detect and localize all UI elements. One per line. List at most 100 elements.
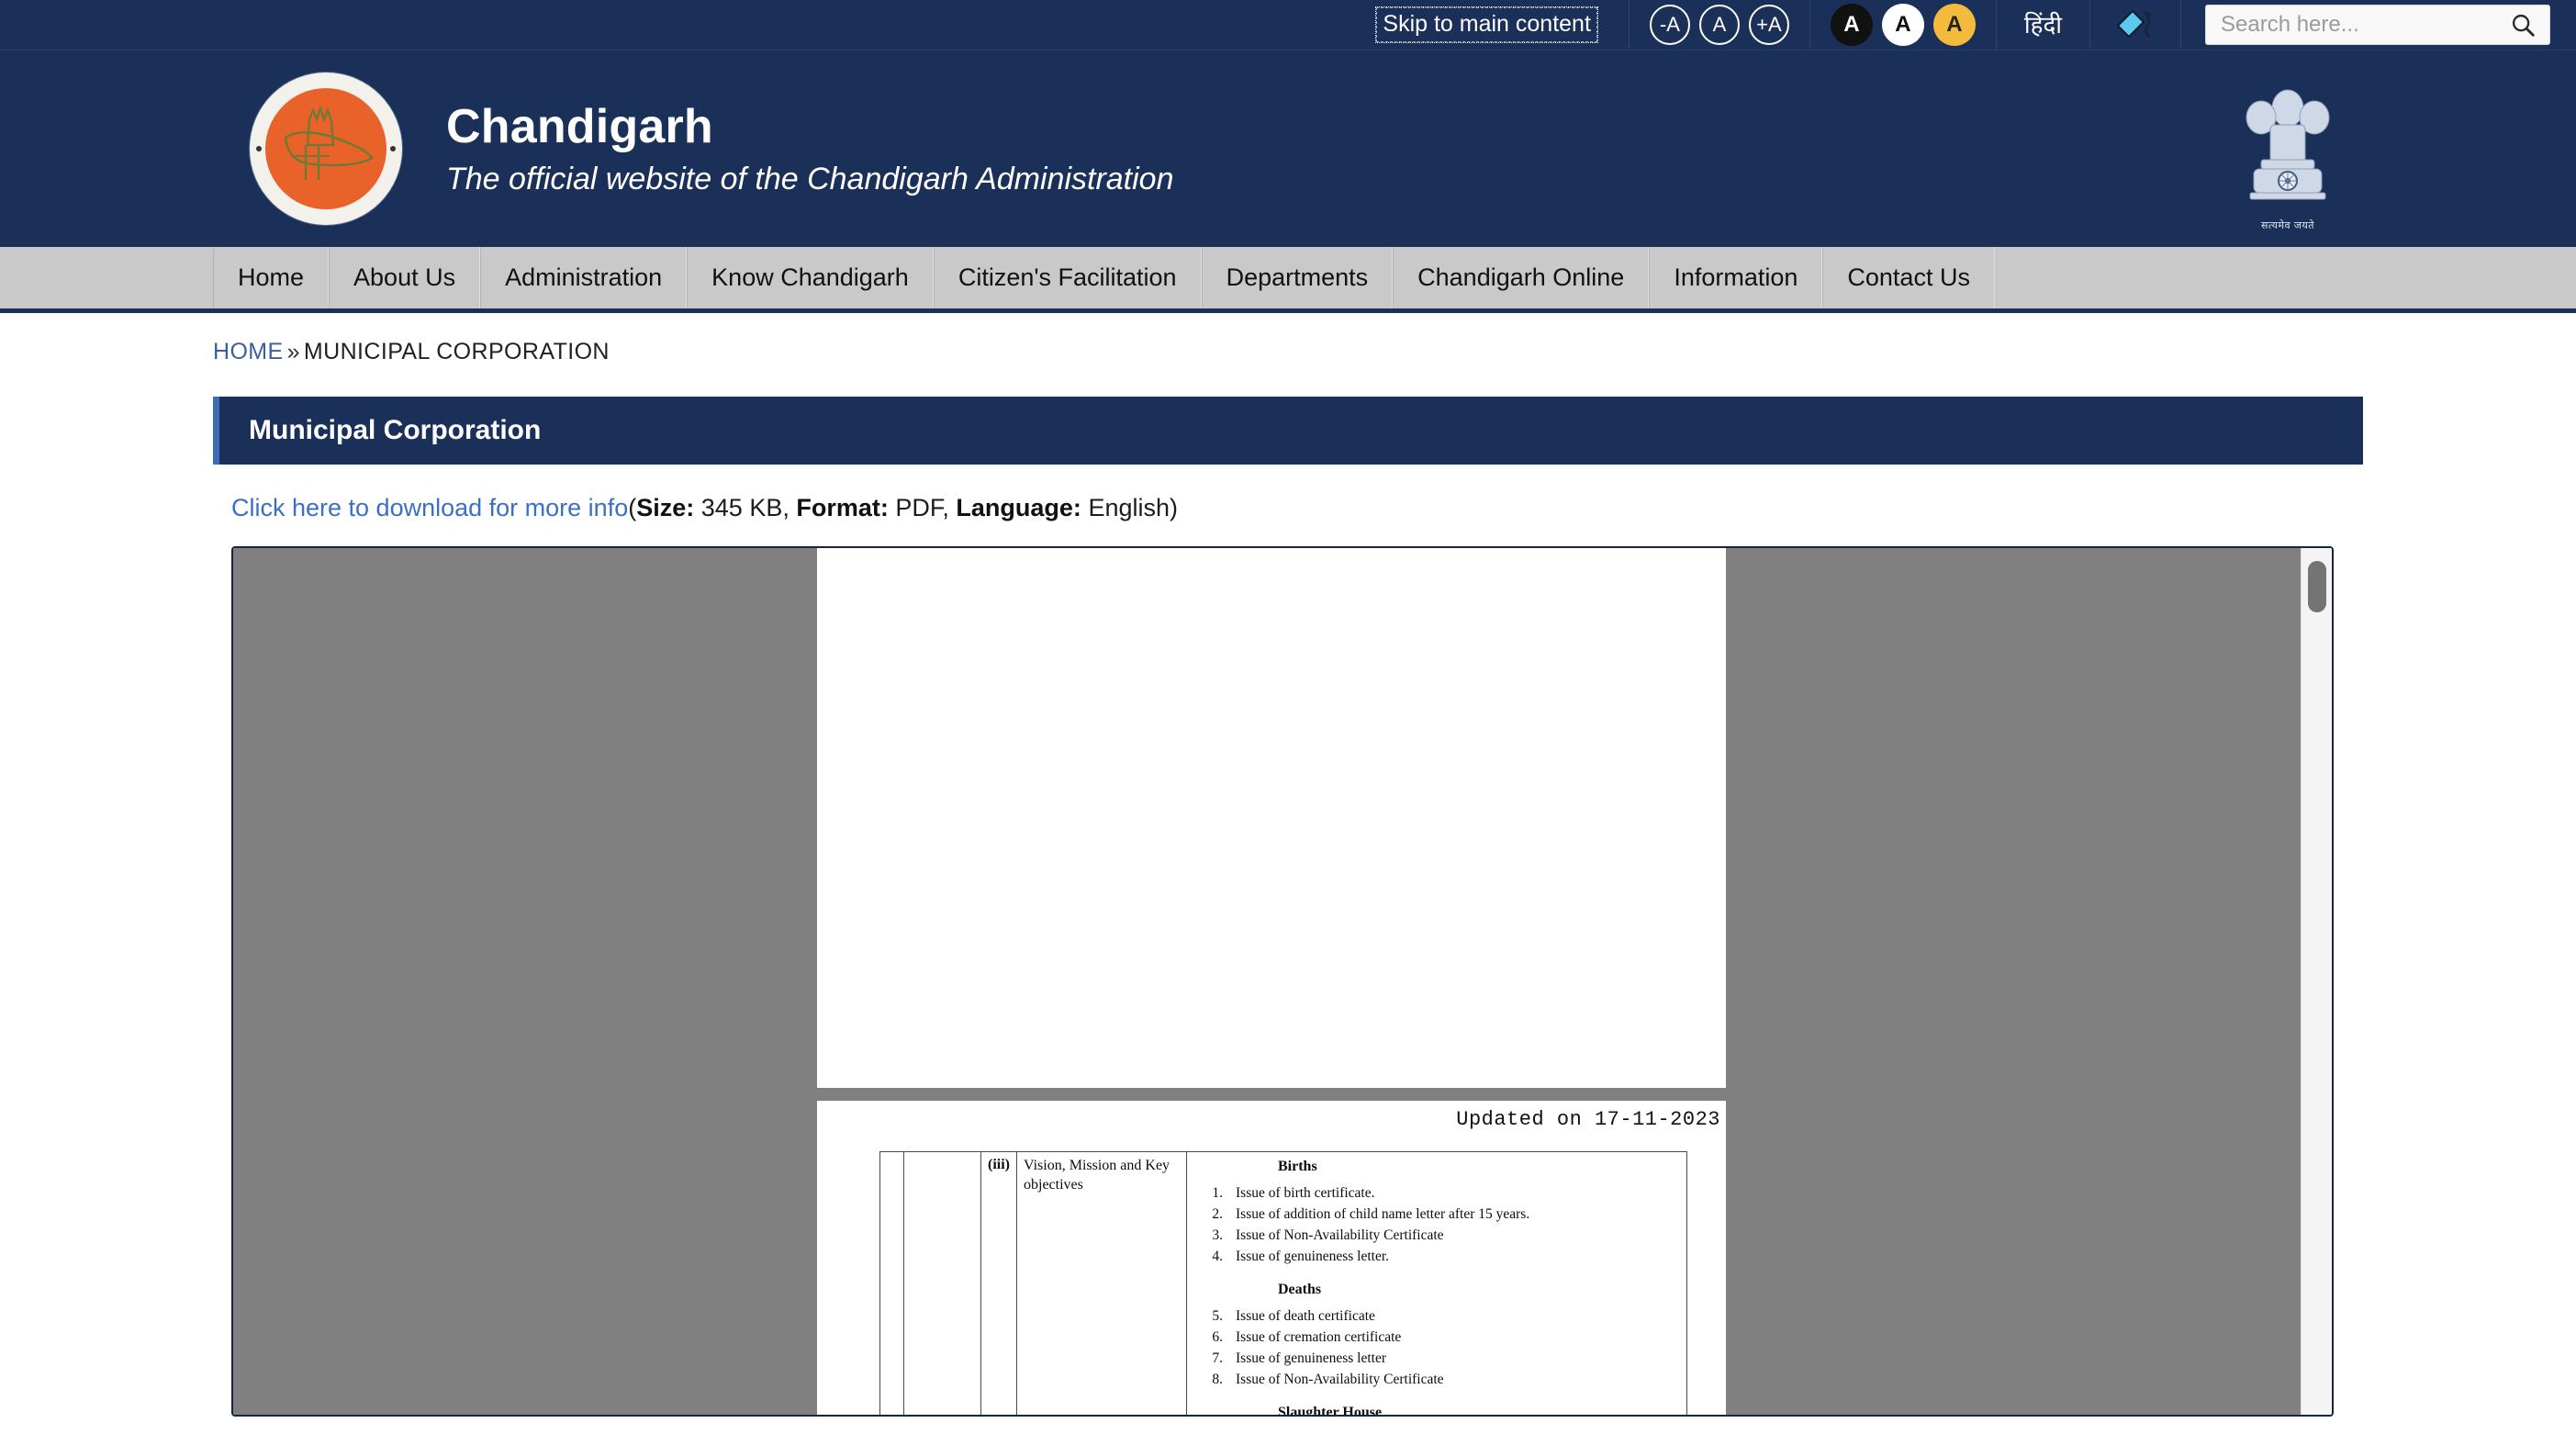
- table-cell-content: Births 1. Issue of birth certificate. 2.…: [1186, 1151, 1687, 1415]
- contrast-light-button[interactable]: A: [1881, 4, 1924, 46]
- seal-rivet-left: [256, 146, 262, 151]
- breadcrumb: HOME» MUNICIPAL CORPORATION: [0, 313, 2576, 382]
- list-item: 1. Issue of birth certificate.: [1193, 1183, 1680, 1204]
- font-increase-button[interactable]: +A: [1748, 5, 1789, 45]
- item-number: 7.: [1212, 1350, 1223, 1366]
- item-text: Issue of birth certificate.: [1236, 1185, 1375, 1201]
- section-heading-deaths: Deaths: [1278, 1282, 1322, 1297]
- pdf-page-current: Updated on 17-11-2023 (iii) Vision, Miss…: [817, 1101, 1726, 1415]
- table-row: (iii) Vision, Mission and Key objectives…: [879, 1151, 1687, 1415]
- section-heading-slaughter-house: Slaughter House: [1278, 1405, 1383, 1415]
- search-submit-button[interactable]: [2507, 11, 2538, 39]
- item-text: Issue of addition of child name letter a…: [1236, 1206, 1530, 1222]
- font-normal-label: A: [1712, 13, 1727, 36]
- pdf-vertical-scrollbar[interactable]: [2301, 548, 2332, 1415]
- list-item: 2. Issue of addition of child name lette…: [1193, 1204, 1680, 1225]
- pdf-scrollbar-thumb[interactable]: [2308, 561, 2326, 612]
- pdf-document-table: (iii) Vision, Mission and Key objectives…: [879, 1151, 1687, 1415]
- list-item: 6. Issue of cremation certificate: [1193, 1328, 1680, 1348]
- item-text: Issue of genuineness letter: [1236, 1350, 1386, 1366]
- pdf-viewer[interactable]: Updated on 17-11-2023 (iii) Vision, Miss…: [231, 546, 2334, 1417]
- language-value: English): [1088, 494, 1178, 521]
- nav-item-contact-us[interactable]: Contact Us: [1822, 247, 1995, 308]
- section-list-births: 1. Issue of birth certificate. 2. Issue …: [1193, 1183, 1680, 1267]
- page-title: Municipal Corporation: [249, 415, 542, 445]
- search-icon: [2512, 14, 2535, 37]
- contrast-yellow-label: A: [1946, 12, 1963, 37]
- nav-item-departments[interactable]: Departments: [1201, 247, 1394, 308]
- list-item: 8. Issue of Non-Availability Certificate: [1193, 1370, 1680, 1390]
- chandigarh-administration-logo[interactable]: [250, 73, 402, 225]
- nav-item-citizens-facilitation[interactable]: Citizen's Facilitation: [933, 247, 1202, 308]
- page-title-bar: Municipal Corporation: [213, 397, 2363, 465]
- nav-item-administration[interactable]: Administration: [480, 247, 688, 308]
- breadcrumb-current: MUNICIPAL CORPORATION: [303, 339, 610, 364]
- font-increase-label: +A: [1756, 13, 1782, 36]
- table-cell-label: Vision, Mission and Key objectives: [1016, 1151, 1187, 1415]
- item-text: Issue of Non-Availability Certificate: [1236, 1227, 1444, 1243]
- search-input[interactable]: [2221, 12, 2507, 38]
- item-number: 3.: [1212, 1227, 1223, 1243]
- item-number: 5.: [1212, 1308, 1223, 1324]
- main-content: Municipal Corporation Click here to down…: [213, 397, 2363, 1417]
- contrast-yellow-button[interactable]: A: [1932, 4, 1976, 46]
- table-cell-spacer-1: [879, 1151, 904, 1415]
- item-text: Issue of genuineness letter.: [1236, 1249, 1390, 1264]
- national-emblem: सत्यमेव जयते: [2227, 71, 2348, 232]
- item-number: 2.: [1212, 1206, 1223, 1222]
- list-item: 5. Issue of death certificate: [1193, 1306, 1680, 1327]
- nav-item-information[interactable]: Information: [1649, 247, 1823, 308]
- site-title: Chandigarh: [446, 99, 713, 153]
- skip-to-main-content-link[interactable]: Skip to main content: [1375, 6, 1598, 43]
- accessibility-topbar: Skip to main content -A A +A A A A हिंदी…: [0, 0, 2576, 50]
- font-size-controls: -A A +A: [1630, 0, 1809, 50]
- seal-rivet-right: [390, 146, 396, 151]
- table-cell-spacer-2: [903, 1151, 981, 1415]
- contrast-dark-button[interactable]: A: [1830, 4, 1873, 46]
- breadcrumb-home-link[interactable]: HOME: [213, 339, 284, 364]
- list-item: 4. Issue of genuineness letter.: [1193, 1247, 1680, 1267]
- site-subtitle: The official website of the Chandigarh A…: [446, 161, 1174, 196]
- pdf-updated-on: Updated on 17-11-2023: [1456, 1108, 1720, 1131]
- open-hand-monument-icon: [284, 105, 374, 180]
- item-text: Issue of cremation certificate: [1236, 1329, 1402, 1345]
- pdf-page-previous: [817, 548, 1726, 1088]
- site-masthead: Chandigarh The official website of the C…: [0, 50, 2576, 247]
- ashoka-lion-capital-icon: [2246, 89, 2330, 200]
- main-navigation: Home About Us Administration Know Chandi…: [0, 247, 2576, 313]
- list-item: 3. Issue of Non-Availability Certificate: [1193, 1226, 1680, 1246]
- font-decrease-label: -A: [1659, 13, 1680, 36]
- nav-item-know-chandigarh[interactable]: Know Chandigarh: [687, 247, 934, 308]
- breadcrumb-separator: »: [286, 339, 300, 364]
- site-identity: Chandigarh The official website of the C…: [446, 100, 1174, 198]
- size-label: Size:: [636, 494, 695, 521]
- size-value: 345 KB,: [700, 494, 790, 521]
- nav-item-chandigarh-online[interactable]: Chandigarh Online: [1393, 247, 1650, 308]
- contrast-dark-label: A: [1843, 12, 1860, 37]
- list-item: 7. Issue of genuineness letter: [1193, 1349, 1680, 1369]
- download-info-line: Click here to download for more info(Siz…: [213, 465, 2363, 546]
- search-box[interactable]: [2205, 5, 2550, 45]
- sign-language-icon[interactable]: [2090, 0, 2180, 50]
- language-label: Language:: [956, 494, 1081, 521]
- table-cell-marker: (iii): [980, 1151, 1017, 1415]
- item-number: 1.: [1212, 1185, 1223, 1201]
- pdf-stage: Updated on 17-11-2023 (iii) Vision, Miss…: [233, 548, 2301, 1415]
- language-hindi-link[interactable]: हिंदी: [1997, 0, 2089, 50]
- format-value: PDF,: [895, 494, 949, 521]
- topbar-inner: Skip to main content -A A +A A A A हिंदी…: [1375, 0, 2550, 50]
- download-pdf-link[interactable]: Click here to download for more info: [231, 494, 628, 521]
- contrast-controls: A A A: [1810, 0, 1996, 50]
- font-normal-button[interactable]: A: [1698, 5, 1740, 45]
- seal-inner-disc: [265, 88, 386, 209]
- nav-item-home[interactable]: Home: [213, 247, 330, 308]
- emblem-motto: सत्यमेव जयते: [2260, 220, 2315, 231]
- open-paren: (: [628, 494, 637, 521]
- item-number: 8.: [1212, 1372, 1223, 1387]
- nav-item-about-us[interactable]: About Us: [329, 247, 481, 308]
- font-decrease-button[interactable]: -A: [1649, 5, 1690, 45]
- item-number: 6.: [1212, 1329, 1223, 1345]
- item-text: Issue of Non-Availability Certificate: [1236, 1372, 1444, 1387]
- pdf-page-gap: [233, 1088, 2301, 1101]
- contrast-light-label: A: [1895, 12, 1911, 37]
